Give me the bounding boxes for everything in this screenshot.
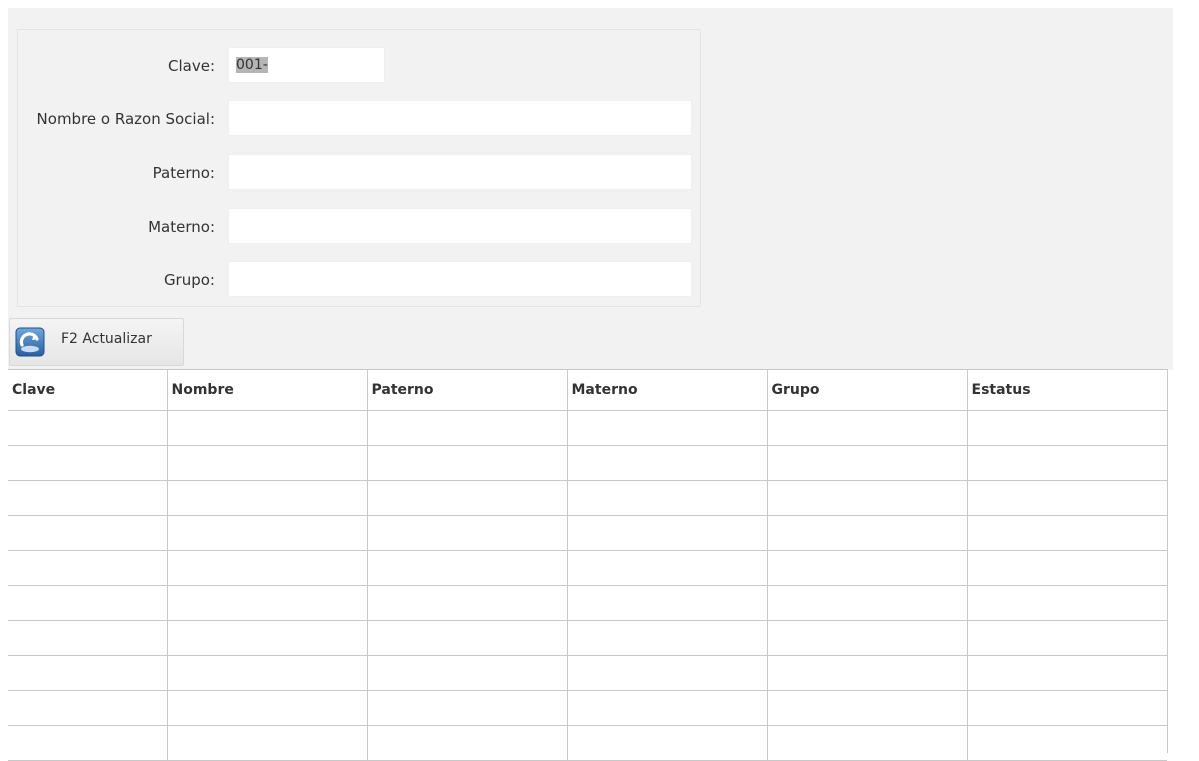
table-body (8, 410, 1167, 761)
table-cell[interactable] (167, 410, 368, 446)
nombre-label: Nombre o Razon Social: (36, 110, 215, 128)
table-cell[interactable] (767, 690, 968, 726)
table-cell[interactable] (367, 550, 568, 586)
clave-label: Clave: (168, 57, 215, 75)
table-cell[interactable] (567, 550, 768, 586)
results-table: Clave Nombre Paterno Materno Grupo Estat… (8, 370, 1167, 761)
table-cell[interactable] (567, 515, 768, 551)
table-cell[interactable] (767, 725, 968, 761)
table-row[interactable] (8, 725, 1167, 761)
table-cell[interactable] (967, 515, 1167, 551)
table-cell[interactable] (8, 725, 168, 761)
table-cell[interactable] (167, 480, 368, 516)
table-cell[interactable] (167, 550, 368, 586)
table-cell[interactable] (567, 725, 768, 761)
table-cell[interactable] (767, 445, 968, 481)
clave-value: 001- (236, 57, 268, 73)
table-cell[interactable] (8, 655, 168, 691)
table-row[interactable] (8, 655, 1167, 691)
table-cell[interactable] (967, 445, 1167, 481)
table-cell[interactable] (367, 585, 568, 621)
paterno-label: Paterno: (152, 164, 215, 182)
table-cell[interactable] (8, 550, 168, 586)
table-cell[interactable] (967, 550, 1167, 586)
table-cell[interactable] (167, 445, 368, 481)
grupo-field[interactable] (228, 261, 692, 297)
column-header-estatus[interactable]: Estatus (967, 370, 1167, 411)
table-cell[interactable] (567, 585, 768, 621)
table-cell[interactable] (967, 725, 1167, 761)
table-cell[interactable] (367, 445, 568, 481)
table-cell[interactable] (767, 550, 968, 586)
table-cell[interactable] (8, 690, 168, 726)
table-cell[interactable] (567, 655, 768, 691)
column-header-materno[interactable]: Materno (567, 370, 768, 411)
table-row[interactable] (8, 480, 1167, 516)
table-row[interactable] (8, 690, 1167, 726)
table-cell[interactable] (967, 620, 1167, 656)
table-row[interactable] (8, 620, 1167, 656)
table-cell[interactable] (567, 620, 768, 656)
materno-label: Materno: (148, 218, 215, 236)
table-cell[interactable] (167, 515, 368, 551)
clave-field[interactable]: 001- (228, 47, 385, 83)
nombre-field[interactable] (228, 100, 692, 136)
column-header-grupo[interactable]: Grupo (767, 370, 968, 411)
table-cell[interactable] (367, 480, 568, 516)
table-cell[interactable] (567, 410, 768, 446)
table-row[interactable] (8, 550, 1167, 586)
paterno-field[interactable] (228, 154, 692, 190)
table-cell[interactable] (967, 585, 1167, 621)
grupo-label: Grupo: (163, 271, 215, 289)
table-cell[interactable] (567, 445, 768, 481)
column-header-paterno[interactable]: Paterno (367, 370, 568, 411)
table-cell[interactable] (167, 690, 368, 726)
refresh-button-label: F2 Actualizar (61, 331, 152, 347)
table-cell[interactable] (967, 480, 1167, 516)
table-cell[interactable] (367, 655, 568, 691)
table-cell[interactable] (167, 620, 368, 656)
materno-field[interactable] (228, 208, 692, 244)
table-cell[interactable] (8, 620, 168, 656)
table-cell[interactable] (367, 515, 568, 551)
table-cell[interactable] (967, 690, 1167, 726)
table-cell[interactable] (767, 655, 968, 691)
table-cell[interactable] (967, 410, 1167, 446)
table-cell[interactable] (767, 620, 968, 656)
table-cell[interactable] (967, 655, 1167, 691)
table-header-row: Clave Nombre Paterno Materno Grupo Estat… (8, 370, 1167, 411)
table-cell[interactable] (367, 690, 568, 726)
table-cell[interactable] (8, 410, 168, 446)
table-cell[interactable] (8, 515, 168, 551)
table-row[interactable] (8, 445, 1167, 481)
table-cell[interactable] (167, 725, 368, 761)
table-cell[interactable] (567, 480, 768, 516)
refresh-icon (15, 327, 45, 357)
table-cell[interactable] (767, 515, 968, 551)
table-cell[interactable] (367, 620, 568, 656)
table-cell[interactable] (367, 725, 568, 761)
table-cell[interactable] (767, 585, 968, 621)
table-cell[interactable] (767, 480, 968, 516)
refresh-button[interactable]: F2 Actualizar (9, 318, 184, 366)
table-cell[interactable] (367, 410, 568, 446)
table-cell[interactable] (767, 410, 968, 446)
table-cell[interactable] (567, 690, 768, 726)
column-header-clave[interactable]: Clave (8, 370, 168, 411)
results-grid[interactable]: Clave Nombre Paterno Materno Grupo Estat… (8, 369, 1168, 761)
table-cell[interactable] (8, 445, 168, 481)
table-row[interactable] (8, 585, 1167, 621)
table-row[interactable] (8, 410, 1167, 446)
table-cell[interactable] (167, 585, 368, 621)
column-header-nombre[interactable]: Nombre (167, 370, 368, 411)
table-cell[interactable] (8, 585, 168, 621)
table-row[interactable] (8, 515, 1167, 551)
table-cell[interactable] (167, 655, 368, 691)
table-cell[interactable] (8, 480, 168, 516)
